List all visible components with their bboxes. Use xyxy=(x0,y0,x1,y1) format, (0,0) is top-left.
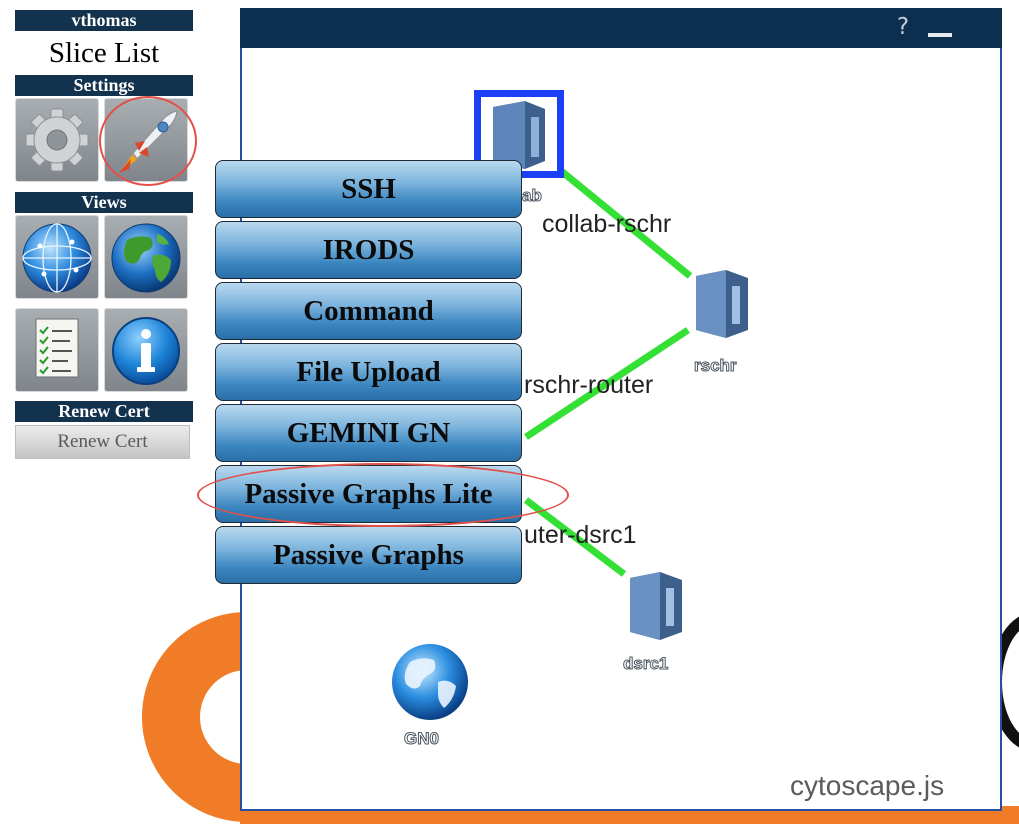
menu-item-ssh[interactable]: SSH xyxy=(215,160,522,218)
node-dsrc1-server-icon[interactable] xyxy=(622,568,690,644)
node-label-rschr: rschr xyxy=(694,356,738,376)
node-rschr-server-icon[interactable] xyxy=(688,266,756,342)
node-label-gn0: GN0 xyxy=(404,729,440,749)
edge-label-rschr-router: rschr-router xyxy=(524,371,654,399)
page: vthomas Slice List Settings Views Renew … xyxy=(0,0,1019,824)
menu-item-file-upload[interactable]: File Upload xyxy=(215,343,522,401)
edge-label-router-dsrc1: uter-dsrc1 xyxy=(524,521,637,549)
node-label-dsrc1: dsrc1 xyxy=(622,654,669,674)
node-gn0-globe-icon[interactable] xyxy=(388,640,472,724)
menu-item-passive-graphs[interactable]: Passive Graphs xyxy=(215,526,522,584)
menu-item-irods[interactable]: IRODS xyxy=(215,221,522,279)
menu-item-command[interactable]: Command xyxy=(215,282,522,340)
node-label-collab: ab xyxy=(522,186,543,206)
cytoscape-watermark: cytoscape.js xyxy=(790,770,945,801)
edge-label-collab-rschr: collab-rschr xyxy=(542,210,672,238)
menu-item-gemini-gn[interactable]: GEMINI GN xyxy=(215,404,522,462)
passive-graphs-lite-highlight-annotation xyxy=(197,463,569,527)
